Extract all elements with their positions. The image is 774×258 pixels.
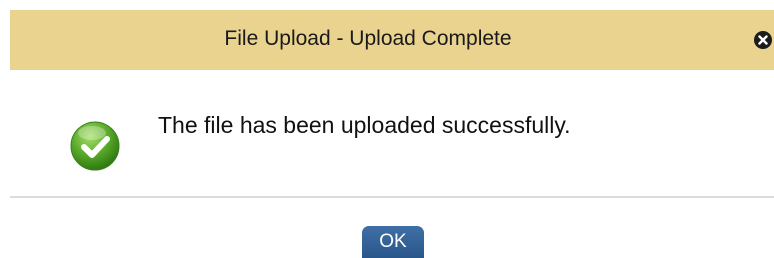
dialog-title: File Upload - Upload Complete [224,27,512,50]
status-message: The file has been uploaded successfully. [158,112,571,138]
close-icon[interactable] [754,31,772,49]
upload-complete-dialog: File Upload - Upload Complete The file h… [0,0,774,258]
dialog-titlebar: File Upload - Upload Complete [10,10,774,70]
ok-button[interactable]: OK [362,226,424,258]
dialog-divider [10,196,774,198]
checkmark-icon [69,120,121,172]
